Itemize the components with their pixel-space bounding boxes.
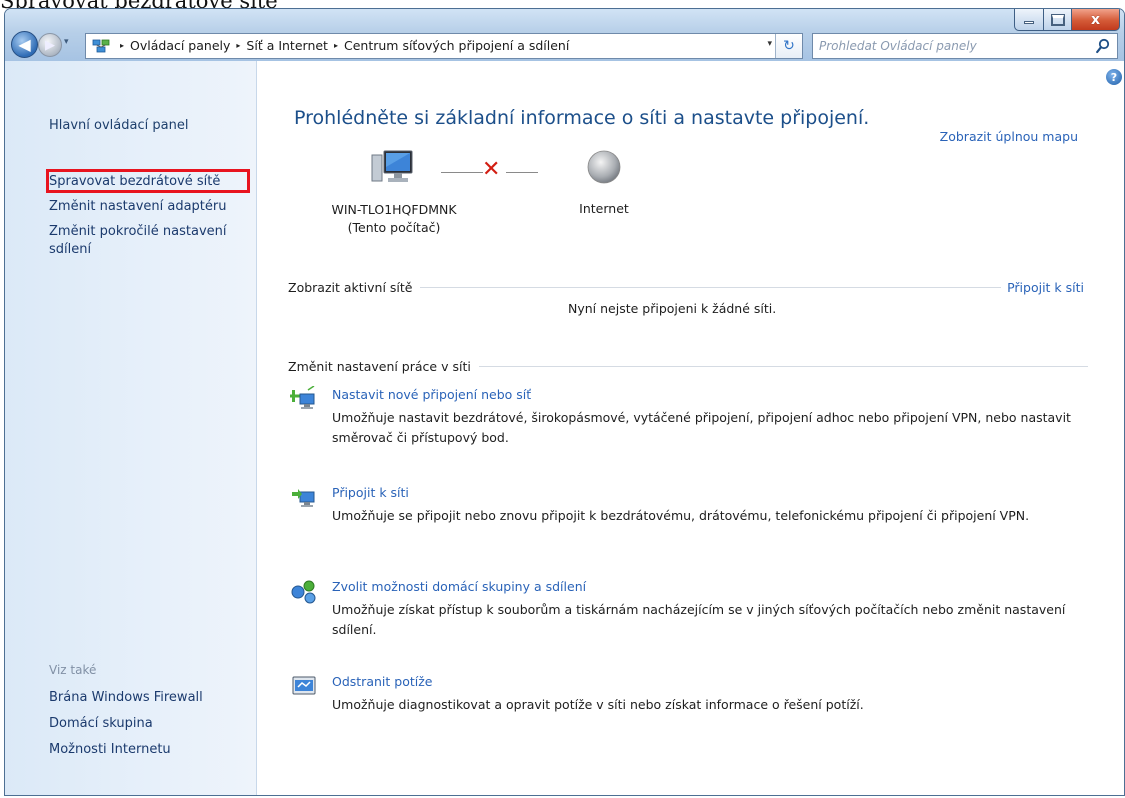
main-content: ? Prohlédněte si základní informace o sí… bbox=[258, 61, 1124, 795]
breadcrumb: ▸ Ovládací panely ▸ Síť a Internet ▸ Cen… bbox=[114, 38, 569, 53]
see-also-heading: Viz také bbox=[49, 663, 97, 677]
computer-subtitle: (Tento počítač) bbox=[347, 220, 441, 235]
page-title: Prohlédněte si základní informace o síti… bbox=[294, 107, 870, 129]
task-homegroup-desc: Umožňuje získat přístup k souborům a tis… bbox=[332, 602, 1066, 637]
help-icon[interactable]: ? bbox=[1106, 69, 1122, 85]
network-folder-icon bbox=[92, 39, 110, 53]
network-setup-icon bbox=[290, 386, 315, 409]
maximize-button[interactable] bbox=[1044, 9, 1072, 31]
no-network-status: Nyní nejste připojeni k žádné síti. bbox=[568, 301, 777, 316]
connection-line bbox=[506, 172, 538, 173]
sidebar-link-firewall[interactable]: Brána Windows Firewall bbox=[49, 689, 203, 707]
broken-connection-icon[interactable]: ✕ bbox=[482, 159, 500, 181]
task-connect-network-link[interactable]: Připojit k síti bbox=[332, 484, 1102, 502]
task-item: Zvolit možnosti domácí skupiny a sdílení… bbox=[291, 578, 1102, 640]
search-icon[interactable] bbox=[1096, 38, 1110, 54]
refresh-icon: ↻ bbox=[783, 38, 795, 54]
connect-to-network-link[interactable]: Připojit k síti bbox=[1007, 280, 1084, 295]
change-settings-section: Změnit nastavení práce v síti bbox=[288, 358, 1088, 374]
active-networks-section: Zobrazit aktivní sítě Připojit k síti bbox=[288, 279, 1084, 295]
breadcrumb-separator[interactable]: ▸ bbox=[120, 41, 124, 50]
divider bbox=[420, 286, 1002, 288]
sidebar: Hlavní ovládací panel Spravovat bezdráto… bbox=[5, 61, 257, 795]
task-item: Připojit k síti Umožňuje se připojit neb… bbox=[292, 484, 1102, 526]
breadcrumb-separator[interactable]: ▸ bbox=[236, 41, 240, 50]
computer-icon[interactable] bbox=[370, 147, 418, 187]
internet-label: Internet bbox=[579, 201, 629, 216]
close-button[interactable]: x bbox=[1072, 9, 1120, 31]
forward-button[interactable]: ▶ bbox=[38, 33, 62, 57]
computer-name-text: WIN-TLO1HQFDMNK bbox=[331, 202, 457, 217]
minimize-button[interactable] bbox=[1014, 9, 1044, 31]
breadcrumb-network-internet[interactable]: Síť a Internet bbox=[246, 38, 328, 53]
arrow-left-icon: ◀ bbox=[18, 35, 31, 54]
task-troubleshoot-desc: Umožňuje diagnostikovat a opravit potíže… bbox=[332, 697, 864, 712]
breadcrumb-control-panels[interactable]: Ovládací panely bbox=[130, 38, 230, 53]
caption-buttons: x bbox=[1014, 9, 1120, 31]
sidebar-link-homegroup[interactable]: Domácí skupina bbox=[49, 715, 153, 733]
task-item: Nastavit nové připojení nebo síť Umožňuj… bbox=[290, 386, 1102, 448]
connection-line bbox=[441, 172, 483, 173]
sidebar-link-control-panel-home[interactable]: Hlavní ovládací panel bbox=[49, 117, 188, 135]
sidebar-link-manage-wireless[interactable]: Spravovat bezdrátové sítě bbox=[49, 173, 220, 191]
computer-name: WIN-TLO1HQFDMNK (Tento počítač) bbox=[314, 201, 474, 237]
troubleshoot-icon bbox=[292, 676, 316, 695]
task-setup-connection-desc: Umožňuje nastavit bezdrátové, širokopásm… bbox=[332, 410, 1071, 445]
maximize-icon bbox=[1050, 13, 1065, 26]
address-bar[interactable]: ▸ Ovládací panely ▸ Síť a Internet ▸ Cen… bbox=[85, 33, 803, 59]
task-troubleshoot-link[interactable]: Odstranit potíže bbox=[332, 673, 1102, 691]
internet-globe-icon[interactable] bbox=[586, 149, 622, 185]
refresh-button[interactable]: ↻ bbox=[775, 34, 802, 58]
task-homegroup-link[interactable]: Zvolit možnosti domácí skupiny a sdílení bbox=[332, 578, 1102, 596]
back-button[interactable]: ◀ bbox=[11, 31, 38, 58]
change-settings-label: Změnit nastavení práce v síti bbox=[288, 358, 471, 374]
sidebar-link-advanced-sharing[interactable]: Změnit pokročilé nastavení sdílení bbox=[49, 223, 249, 259]
breadcrumb-separator[interactable]: ▸ bbox=[334, 41, 338, 50]
recent-pages-button[interactable]: ▾ bbox=[64, 37, 69, 47]
address-dropdown-icon[interactable]: ▾ bbox=[767, 39, 772, 49]
close-icon: x bbox=[1090, 11, 1101, 28]
task-connect-network-desc: Umožňuje se připojit nebo znovu připojit… bbox=[332, 508, 1030, 523]
divider bbox=[478, 365, 1088, 367]
search-box bbox=[812, 33, 1118, 59]
homegroup-icon bbox=[291, 580, 316, 604]
minimize-icon bbox=[1024, 21, 1034, 24]
control-panel-window: x ◀ ▶ ▾ ▸ Ovládací panely ▸ Síť a Intern… bbox=[4, 8, 1125, 796]
task-item: Odstranit potíže Umožňuje diagnostikovat… bbox=[292, 673, 1102, 715]
breadcrumb-network-sharing-center[interactable]: Centrum síťových připojení a sdílení bbox=[344, 38, 569, 53]
active-networks-label: Zobrazit aktivní sítě bbox=[288, 279, 413, 295]
view-full-map-link[interactable]: Zobrazit úplnou mapu bbox=[940, 129, 1078, 144]
arrow-right-icon: ▶ bbox=[45, 37, 55, 53]
search-input[interactable] bbox=[819, 37, 1079, 55]
sidebar-link-adapter-settings[interactable]: Změnit nastavení adaptéru bbox=[49, 198, 226, 216]
connect-network-icon bbox=[292, 489, 315, 507]
task-setup-connection-link[interactable]: Nastavit nové připojení nebo síť bbox=[332, 386, 1102, 404]
title-bar: x ◀ ▶ ▾ ▸ Ovládací panely ▸ Síť a Intern… bbox=[5, 9, 1124, 61]
sidebar-link-internet-options[interactable]: Možnosti Internetu bbox=[49, 741, 171, 759]
